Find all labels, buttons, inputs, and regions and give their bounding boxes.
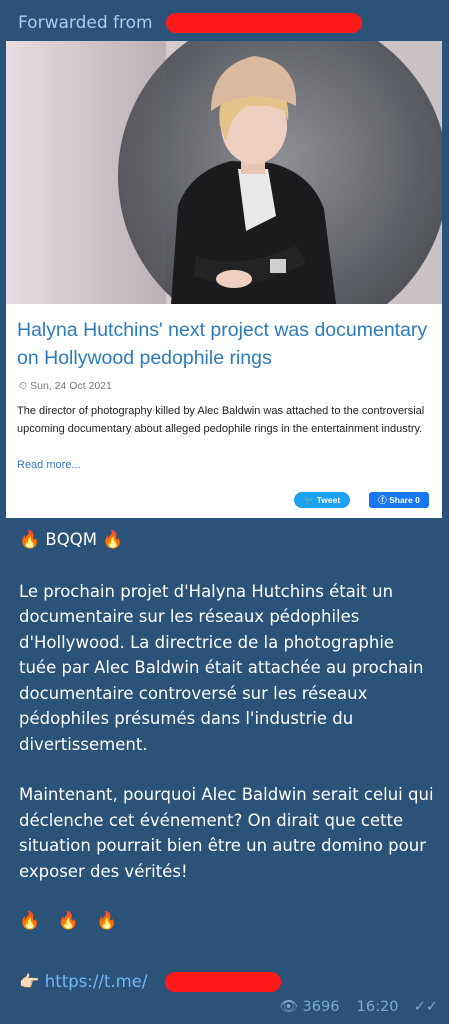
clock-icon: ⏲ <box>19 380 31 392</box>
fire-icons-row: 🔥 🔥 🔥 <box>19 911 124 931</box>
eye-icon: 👁 <box>279 999 298 1015</box>
article-photo <box>6 41 442 304</box>
message-title-line: 🔥 BQQM 🔥 <box>19 527 434 554</box>
twitter-bird-icon: 🐦 <box>303 495 317 505</box>
redacted-link <box>165 972 281 992</box>
double-check-icon: ✓✓ <box>413 999 438 1015</box>
message-title: BQQM <box>45 530 97 549</box>
fire-icon: 🔥 <box>19 530 41 550</box>
tweet-label: Tweet <box>316 495 341 505</box>
tweet-button[interactable]: 🐦 Tweet <box>294 492 350 508</box>
facebook-share-label: Share 0 <box>389 495 420 505</box>
message-meta: 👁 3696 16:20 ✓✓ <box>280 995 438 1019</box>
article-date-text: Sun, 24 Oct 2021 <box>30 380 112 392</box>
message-time: 16:20 <box>356 999 399 1015</box>
view-count: 3696 <box>302 999 340 1015</box>
telegram-link[interactable]: https://t.me/ <box>45 972 148 991</box>
read-more-link[interactable]: Read more... <box>17 459 81 471</box>
pointing-hand-icon: 👉🏻 <box>19 972 40 991</box>
redacted-channel-name <box>166 13 362 33</box>
facebook-icon: ⓕ <box>378 495 390 505</box>
telegram-link-row[interactable]: 👉🏻 https://t.me/ <box>19 970 281 994</box>
forwarded-label: Forwarded from <box>18 13 153 33</box>
message-paragraph-2: Maintenant, pourquoi Alec Baldwin serait… <box>19 785 434 881</box>
fire-icon: 🔥 <box>102 530 124 550</box>
message-text: 🔥 BQQM 🔥 Le prochain projet d'Halyna Hut… <box>19 527 434 935</box>
article-headline[interactable]: Halyna Hutchins' next project was docume… <box>17 316 437 372</box>
forwarded-header[interactable]: Forwarded from <box>18 11 153 35</box>
message-paragraph-1: Le prochain projet d'Halyna Hutchins éta… <box>19 581 424 754</box>
article-summary: The director of photography killed by Al… <box>17 405 425 435</box>
facebook-share-button[interactable]: ⓕ Share 0 <box>369 492 429 508</box>
article-date: ⏲ Sun, 24 Oct 2021 <box>19 380 112 393</box>
link-preview-card[interactable]: Halyna Hutchins' next project was docume… <box>6 41 442 518</box>
